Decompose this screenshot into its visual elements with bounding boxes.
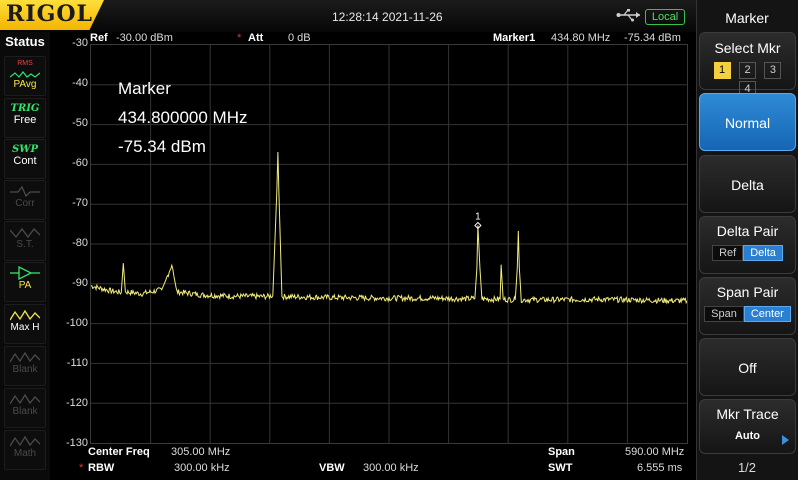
off-label: Off (738, 360, 757, 376)
local-status-badge[interactable]: Local (645, 9, 685, 25)
status-line2: Blank (12, 406, 38, 417)
measurement-footer: Center Freq 305.00 MHz Span 590.00 MHz *… (70, 444, 692, 480)
marker-trace-label: Mkr Trace (716, 406, 779, 422)
status-source-tracking[interactable]: S.T. (4, 221, 46, 261)
rbw-label[interactable]: RBW (88, 462, 114, 474)
marker-readout-frequency: 434.800000 MHz (118, 108, 248, 127)
marker-header-label: Marker1 (493, 32, 536, 44)
status-line1: RMS (17, 60, 33, 67)
status-trace-blank-1[interactable]: Blank (4, 346, 46, 386)
marker-1-option[interactable]: 1 (713, 62, 731, 79)
marker-readout: Marker 434.800000 MHz -75.34 dBm (118, 74, 247, 161)
status-trace-maxhold[interactable]: Max H (4, 304, 46, 344)
y-tick-label: -100 (65, 317, 88, 329)
marker-trace-value: Auto (734, 430, 761, 442)
normal-label: Normal (724, 115, 771, 131)
brand-logo: RIGOL (0, 0, 104, 30)
math-icon (10, 435, 40, 447)
y-tick-label: -70 (72, 197, 88, 209)
status-title: Status (5, 34, 45, 49)
date-time: 12:28:14 2021-11-26 (332, 10, 443, 24)
menu-page-indicator[interactable]: 1/2 (696, 460, 798, 475)
status-line2: Max H (10, 322, 40, 333)
status-detector-pavg[interactable]: RMS PAvg (4, 56, 46, 96)
rbw-value: 300.00 kHz (174, 462, 230, 474)
att-coupled-indicator: * (237, 32, 242, 44)
y-tick-label: -120 (65, 397, 88, 409)
delta-label: Delta (731, 177, 764, 193)
status-line2: PA (18, 280, 32, 291)
marker-3-option[interactable]: 3 (764, 62, 782, 79)
tracking-icon (10, 227, 40, 239)
swt-value: 6.555 ms (637, 462, 683, 474)
span-label[interactable]: Span (548, 446, 575, 458)
status-line2: Corr (15, 198, 35, 209)
off-button[interactable]: Off (699, 338, 796, 396)
select-marker-label: Select Mkr (714, 40, 781, 56)
marker-readout-title: Marker (118, 79, 171, 98)
usb-icon (616, 9, 640, 22)
status-line2: Blank (12, 364, 38, 375)
y-tick-label: -40 (72, 77, 88, 89)
ref-label[interactable]: Ref (90, 32, 108, 44)
status-line2: Free (13, 114, 37, 126)
span-pair-center-option[interactable]: Center (743, 306, 791, 322)
normal-button[interactable]: Normal (699, 93, 796, 151)
att-value: 0 dB (288, 32, 311, 44)
status-line2: Cont (13, 155, 37, 167)
marker-header-level: -75.34 dBm (624, 32, 681, 44)
marker-number-label: 1 (475, 211, 481, 222)
att-label[interactable]: Att (248, 32, 263, 44)
y-tick-label: -60 (72, 157, 88, 169)
status-line2: PAvg (13, 79, 37, 90)
delta-pair-ref-option[interactable]: Ref (712, 245, 744, 261)
center-freq-label[interactable]: Center Freq (88, 446, 150, 458)
status-line1: TRIG (10, 103, 40, 114)
marker-readout-level: -75.34 dBm (118, 137, 206, 156)
y-tick-label: -90 (72, 277, 88, 289)
submenu-arrow-icon (782, 435, 789, 445)
trace-icon (10, 393, 40, 405)
status-line1: SWP (12, 144, 38, 155)
delta-pair-button[interactable]: Delta Pair Ref Delta (699, 216, 796, 274)
span-value: 590.00 MHz (625, 446, 685, 458)
delta-button[interactable]: Delta (699, 155, 796, 213)
softkey-menu-title: Marker (725, 10, 769, 26)
trace-icon (10, 309, 40, 321)
span-pair-span-option[interactable]: Span (704, 306, 744, 322)
vbw-value: 300.00 kHz (363, 462, 419, 474)
status-line2: Math (13, 448, 37, 459)
rbw-coupled-indicator: * (79, 462, 84, 474)
marker-trace-button[interactable]: Mkr Trace Auto (699, 399, 796, 454)
status-correction[interactable]: Corr (4, 180, 46, 220)
y-tick-label: -50 (72, 117, 88, 129)
correction-icon (10, 185, 40, 198)
delta-pair-delta-option[interactable]: Delta (743, 245, 783, 261)
span-pair-button[interactable]: Span Pair Span Center (699, 277, 796, 335)
status-preamp[interactable]: PA (4, 262, 46, 302)
waveform-icon (10, 71, 40, 78)
span-pair-label: Span Pair (716, 284, 779, 300)
trace-icon (10, 351, 40, 363)
delta-pair-label: Delta Pair (716, 223, 779, 239)
center-freq-value: 305.00 MHz (171, 446, 231, 458)
y-tick-label: -80 (72, 237, 88, 249)
y-tick-label: -30 (72, 37, 88, 49)
status-sweep[interactable]: SWP Cont (4, 139, 46, 179)
status-trace-blank-2[interactable]: Blank (4, 388, 46, 428)
select-marker-button[interactable]: Select Mkr 1 2 3 4 (699, 32, 796, 98)
swt-label[interactable]: SWT (548, 462, 572, 474)
status-line2: S.T. (16, 239, 34, 250)
marker-2-option[interactable]: 2 (739, 62, 756, 79)
brand-name: RIGOL (6, 1, 93, 27)
status-math[interactable]: Math (4, 430, 46, 470)
status-trigger[interactable]: TRIG Free (4, 98, 46, 138)
vbw-label[interactable]: VBW (319, 462, 345, 474)
y-tick-label: -110 (66, 357, 88, 369)
amplifier-icon (10, 266, 40, 280)
ref-value: -30.00 dBm (116, 32, 173, 44)
marker-header-freq: 434.80 MHz (551, 32, 611, 44)
